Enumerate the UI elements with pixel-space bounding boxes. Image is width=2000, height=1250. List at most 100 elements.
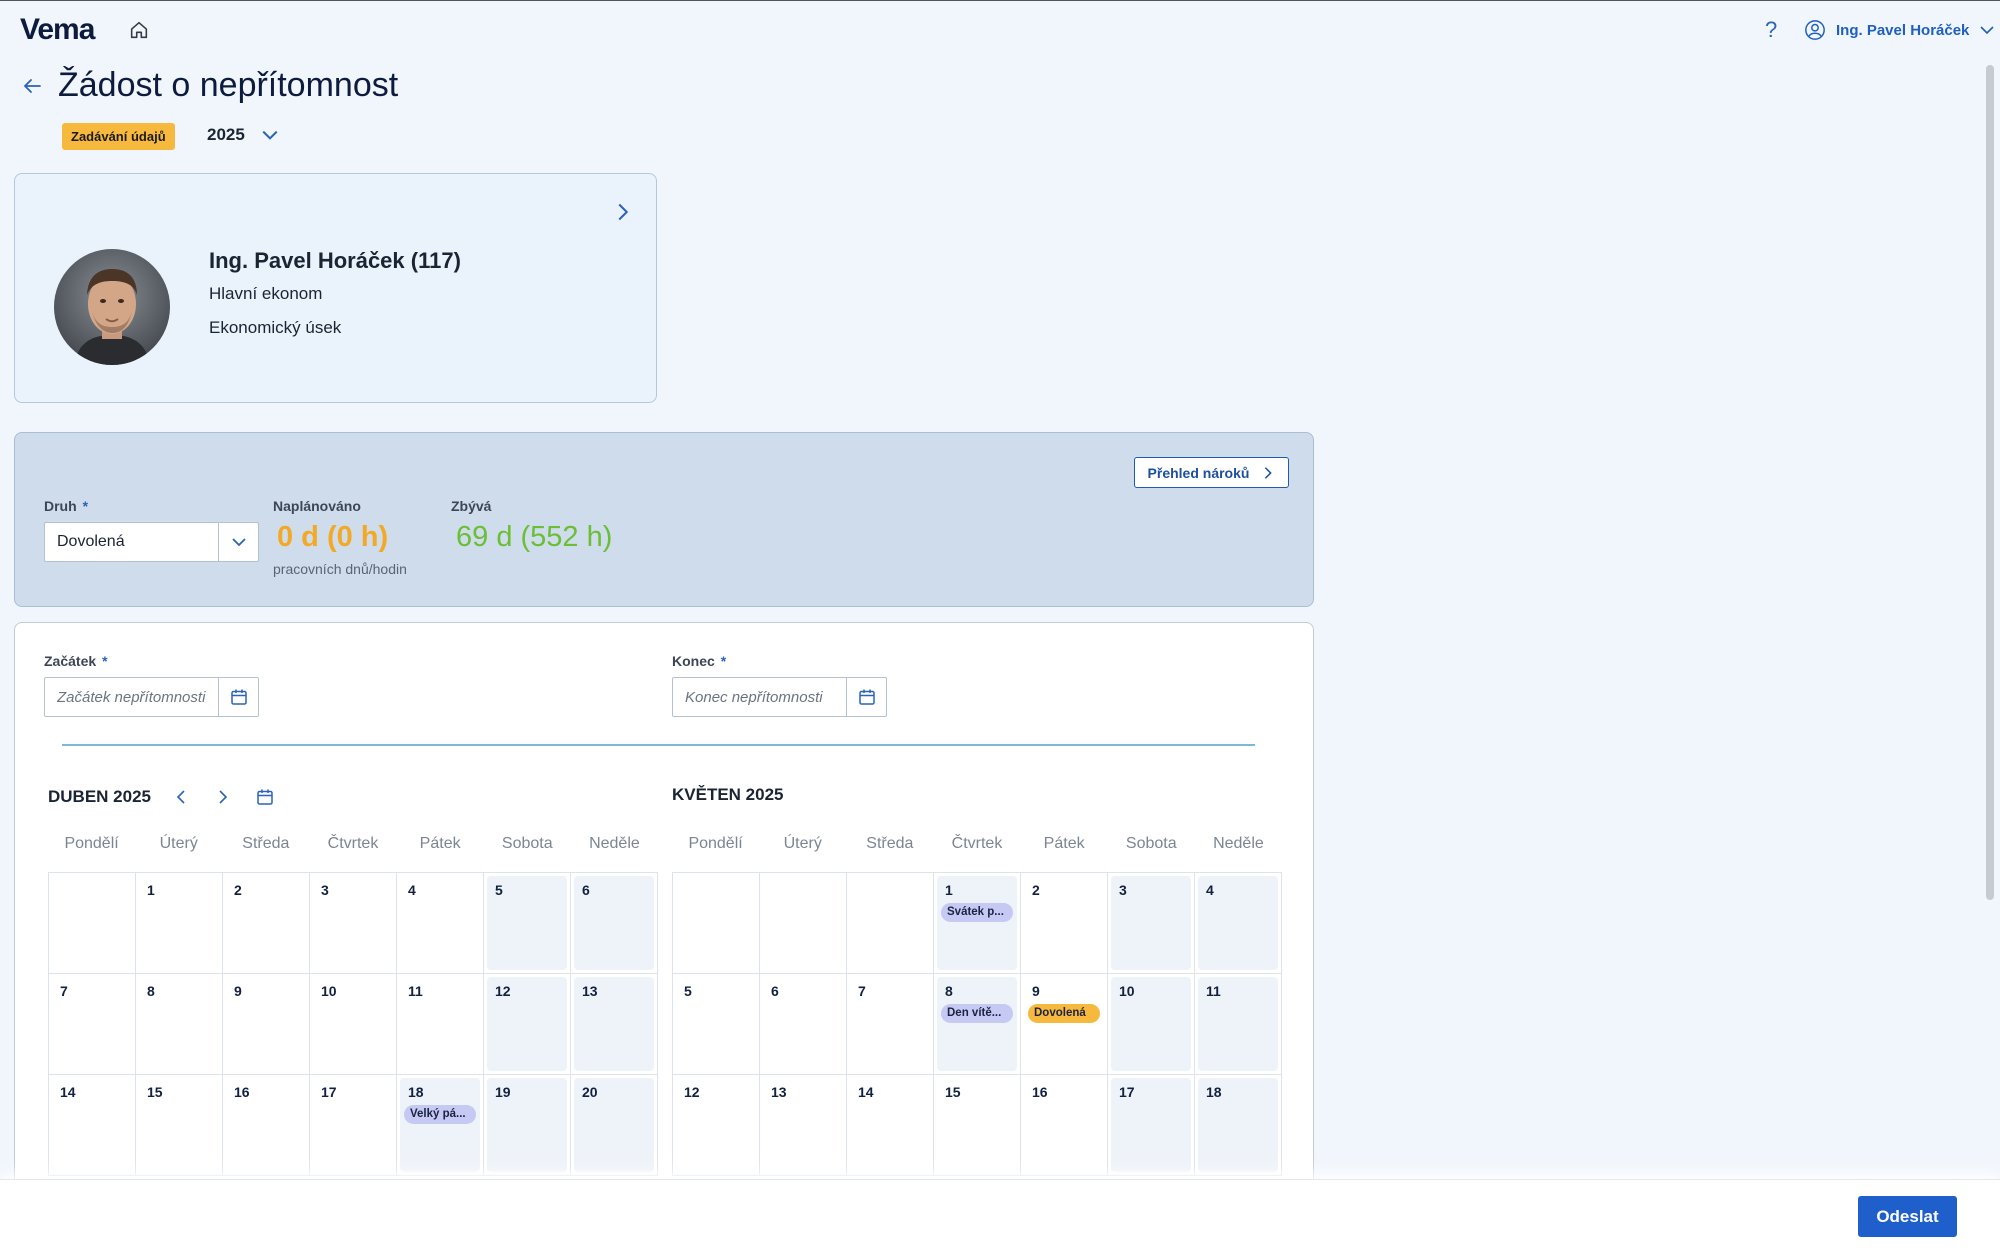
calendar-day[interactable]: 5 [484,873,571,974]
page-scrollbar[interactable] [1986,65,1994,900]
calendar-day[interactable]: 2 [1021,873,1108,974]
weekday-label: Pondělí [688,835,743,852]
calendar-day[interactable]: 18 [1195,1075,1282,1176]
home-icon[interactable] [128,19,150,41]
day-number: 4 [408,882,416,898]
calendar-day[interactable]: 13 [571,974,658,1075]
calendar-day[interactable]: 2 [223,873,310,974]
start-date-input[interactable] [45,678,218,716]
start-date-picker-button[interactable] [218,678,258,716]
calendar-icon [230,689,247,705]
next-month-button[interactable] [211,785,235,809]
weekday-label: Sobota [1125,835,1177,852]
chevron-down-icon [262,130,278,140]
calendar-day[interactable]: 4 [1195,873,1282,974]
calendar-day[interactable]: 17 [310,1075,397,1176]
calendar-day[interactable]: 14 [49,1075,136,1176]
remaining-value: 69 d (552 h) [456,521,613,553]
weekday-label: Pátek [1043,835,1085,852]
entitlement-overview-button[interactable]: Přehled nároků [1134,457,1289,488]
absence-type-select[interactable]: Dovolená [44,522,259,562]
weekday-label: Pátek [419,835,461,852]
calendar-day[interactable]: 1 [136,873,223,974]
weekday-label: Středa [866,835,914,852]
day-number: 18 [408,1084,424,1100]
calendar-day[interactable]: 1 Svátek p... [934,873,1021,974]
end-date-picker-button[interactable] [846,678,886,716]
chevron-right-icon [1265,466,1273,479]
month-header-april: DUBEN 2025 [48,785,277,809]
submit-button[interactable]: Odeslat [1858,1196,1957,1237]
calendar-day[interactable]: 15 [934,1075,1021,1176]
holiday-tag[interactable]: Svátek p... [941,903,1013,922]
calendar-day[interactable]: 12 [484,974,571,1075]
day-number: 7 [858,983,866,999]
chevron-down-icon [1980,26,1994,35]
calendar-day[interactable]: 12 [673,1075,760,1176]
day-number: 15 [147,1084,163,1100]
calendar-day[interactable]: 15 [136,1075,223,1176]
back-arrow-icon[interactable] [20,74,44,98]
weekday-label: Neděle [1213,835,1264,852]
previous-month-button[interactable] [169,785,193,809]
year-value: 2025 [207,125,245,144]
calendar-day[interactable]: 20 [571,1075,658,1176]
day-number: 13 [582,983,598,999]
entitlement-overview-label: Přehled nároků [1147,464,1250,481]
calendar-day[interactable]: 7 [49,974,136,1075]
end-date-field [672,677,887,717]
calendar-day[interactable]: 3 [1108,873,1195,974]
month-title: DUBEN 2025 [48,787,151,806]
calendar-day[interactable]: 8 [136,974,223,1075]
user-menu[interactable]: Ing. Pavel Horáček [1804,16,1995,44]
calendar-day[interactable]: 14 [847,1075,934,1176]
calendar-day[interactable]: 8 Den vítě... [934,974,1021,1075]
day-number: 10 [1119,983,1135,999]
calendar-day[interactable]: 16 [1021,1075,1108,1176]
calendar-day[interactable]: 4 [397,873,484,974]
year-select[interactable]: 2025 [207,125,279,145]
day-number: 13 [771,1084,787,1100]
required-asterisk: * [720,653,727,669]
weekday-label: Úterý [159,835,198,852]
month-picker-button[interactable] [253,785,277,809]
day-number: 5 [684,983,692,999]
calendar-day[interactable]: 17 [1108,1075,1195,1176]
required-asterisk: * [82,498,89,514]
calendar-day[interactable]: 6 [571,873,658,974]
quota-panel: Přehled nároků Druh * Dovolená Naplánován… [14,432,1314,607]
calendar-day[interactable]: 6 [760,974,847,1075]
calendar-grid: 1 Svátek p... 2 3 4 5 6 7 8 Den vítě... 9 Dovolená 1… [672,872,1282,1176]
calendar-day[interactable]: 11 [397,974,484,1075]
date-form-panel: Začátek* Konec* DUBEN 2025 KVĚTEN 2025 P… [14,622,1314,1250]
calendar-day[interactable]: 19 [484,1075,571,1176]
calendar-day[interactable]: 7 [847,974,934,1075]
calendar-icon [858,689,875,705]
action-footer: Odeslat [0,1179,2000,1250]
employee-card: Ing. Pavel Horáček (117) Hlavní ekonom E… [14,173,657,403]
day-number: 17 [321,1084,337,1100]
chevron-left-icon [176,790,185,804]
calendar-day[interactable]: 5 [673,974,760,1075]
calendar-day[interactable]: 16 [223,1075,310,1176]
help-icon[interactable]: ? [1765,17,1777,43]
end-date-input[interactable] [673,678,846,716]
calendar-day[interactable]: 9 Dovolená [1021,974,1108,1075]
day-number: 9 [234,983,242,999]
vacation-tag[interactable]: Dovolená [1028,1004,1100,1023]
calendar-day[interactable]: 9 [223,974,310,1075]
chevron-right-icon[interactable] [613,202,633,222]
dropdown-button[interactable] [218,523,258,561]
vema-logo[interactable]: Vema [20,13,95,47]
holiday-tag[interactable]: Den vítě... [941,1004,1013,1023]
calendar-day[interactable]: 10 [1108,974,1195,1075]
calendar-day[interactable]: 3 [310,873,397,974]
calendar-day[interactable]: 18 Velký pá... [397,1075,484,1176]
calendar-day[interactable]: 13 [760,1075,847,1176]
month-header-may: KVĚTEN 2025 [672,785,784,805]
calendar-grid: 1 2 3 4 5 6 7 8 9 10 11 12 13 14 15 16 17 18 Velký pá... 19… [48,872,658,1176]
holiday-tag[interactable]: Velký pá... [404,1105,476,1124]
weekday-label: Sobota [501,835,553,852]
calendar-day[interactable]: 10 [310,974,397,1075]
calendar-day[interactable]: 11 [1195,974,1282,1075]
